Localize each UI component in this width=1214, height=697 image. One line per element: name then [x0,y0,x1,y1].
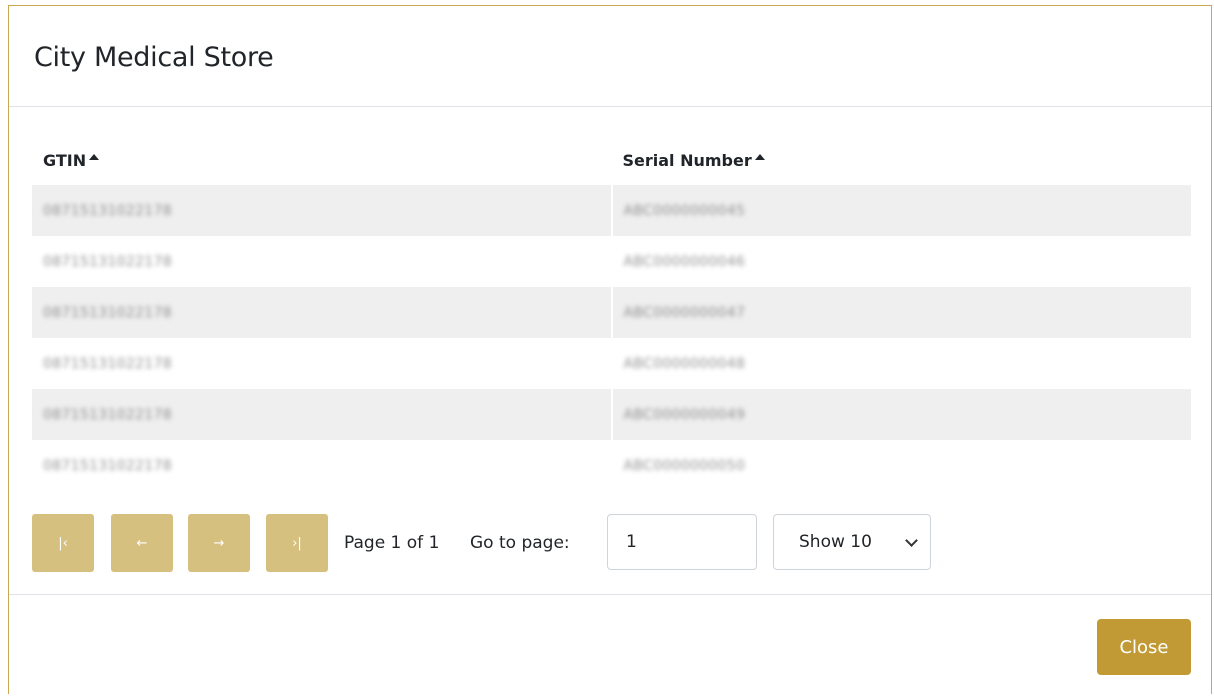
arrow-left-icon: ← [136,535,148,551]
table-row: 08715131022178 ABC0000000046 [32,236,1191,287]
modal-title: City Medical Store [34,42,274,73]
gtin-cell: 08715131022178 [32,389,613,440]
table-header-row: GTIN Serial Number [32,135,1191,185]
page-size-select[interactable]: Show 10 [773,514,931,570]
serial-cell: ABC0000000045 [611,185,1191,236]
page-size-selected: Show 10 [799,532,872,552]
table-row: 08715131022178 ABC0000000048 [32,338,1191,389]
gtin-value: 08715131022178 [43,406,172,423]
gtin-cell: 08715131022178 [32,236,613,287]
gtin-value: 08715131022178 [43,304,172,321]
serial-cell: ABC0000000046 [611,236,1191,287]
table-row: 08715131022178 ABC0000000045 [32,185,1191,236]
serial-value: ABC0000000050 [623,457,746,474]
gtin-cell: 08715131022178 [32,185,613,236]
footer-divider [9,594,1211,595]
goto-page-input[interactable] [607,514,757,570]
pagination-bar: |‹ ← → ›| Page 1 of 1 Go to page: Show 1… [32,514,1202,572]
gtin-value: 08715131022178 [43,457,172,474]
gtin-value: 08715131022178 [43,253,172,270]
sort-asc-icon [89,153,100,160]
modal-dialog: City Medical Store GTIN Serial Number 08… [8,5,1212,694]
serial-cell: ABC0000000049 [611,389,1191,440]
goto-page-label: Go to page: [470,533,570,553]
serial-cell: ABC0000000048 [611,338,1191,389]
serials-table-container: GTIN Serial Number 08715131022178 ABC000… [32,135,1191,491]
arrow-right-icon: → [213,535,225,551]
gtin-value: 08715131022178 [43,202,172,219]
serial-value: ABC0000000047 [623,304,746,321]
serial-value: ABC0000000046 [623,253,746,270]
column-header-serial-number[interactable]: Serial Number [612,135,1192,185]
gtin-cell: 08715131022178 [32,440,613,491]
chevron-down-icon [905,534,918,547]
serial-cell: ABC0000000050 [611,440,1191,491]
column-header-label: GTIN [43,150,87,170]
serials-table: GTIN Serial Number 08715131022178 ABC000… [32,135,1191,491]
previous-page-button[interactable]: ← [111,514,173,572]
gtin-cell: 08715131022178 [32,338,613,389]
column-header-label: Serial Number [622,150,752,170]
last-page-icon: ›| [292,535,302,551]
last-page-button[interactable]: ›| [266,514,328,572]
first-page-button[interactable]: |‹ [32,514,94,572]
table-row: 08715131022178 ABC0000000047 [32,287,1191,338]
close-button[interactable]: Close [1097,619,1191,675]
modal-header: City Medical Store [9,6,1211,107]
next-page-button[interactable]: → [188,514,250,572]
serial-value: ABC0000000049 [623,406,746,423]
serial-cell: ABC0000000047 [611,287,1191,338]
serial-value: ABC0000000045 [623,202,746,219]
table-row: 08715131022178 ABC0000000049 [32,389,1191,440]
gtin-value: 08715131022178 [43,355,172,372]
column-header-gtin[interactable]: GTIN [32,135,612,185]
first-page-icon: |‹ [58,535,68,551]
gtin-cell: 08715131022178 [32,287,613,338]
serial-value: ABC0000000048 [623,355,746,372]
table-row: 08715131022178 ABC0000000050 [32,440,1191,491]
sort-asc-icon [754,153,765,160]
page-info: Page 1 of 1 [344,533,440,553]
